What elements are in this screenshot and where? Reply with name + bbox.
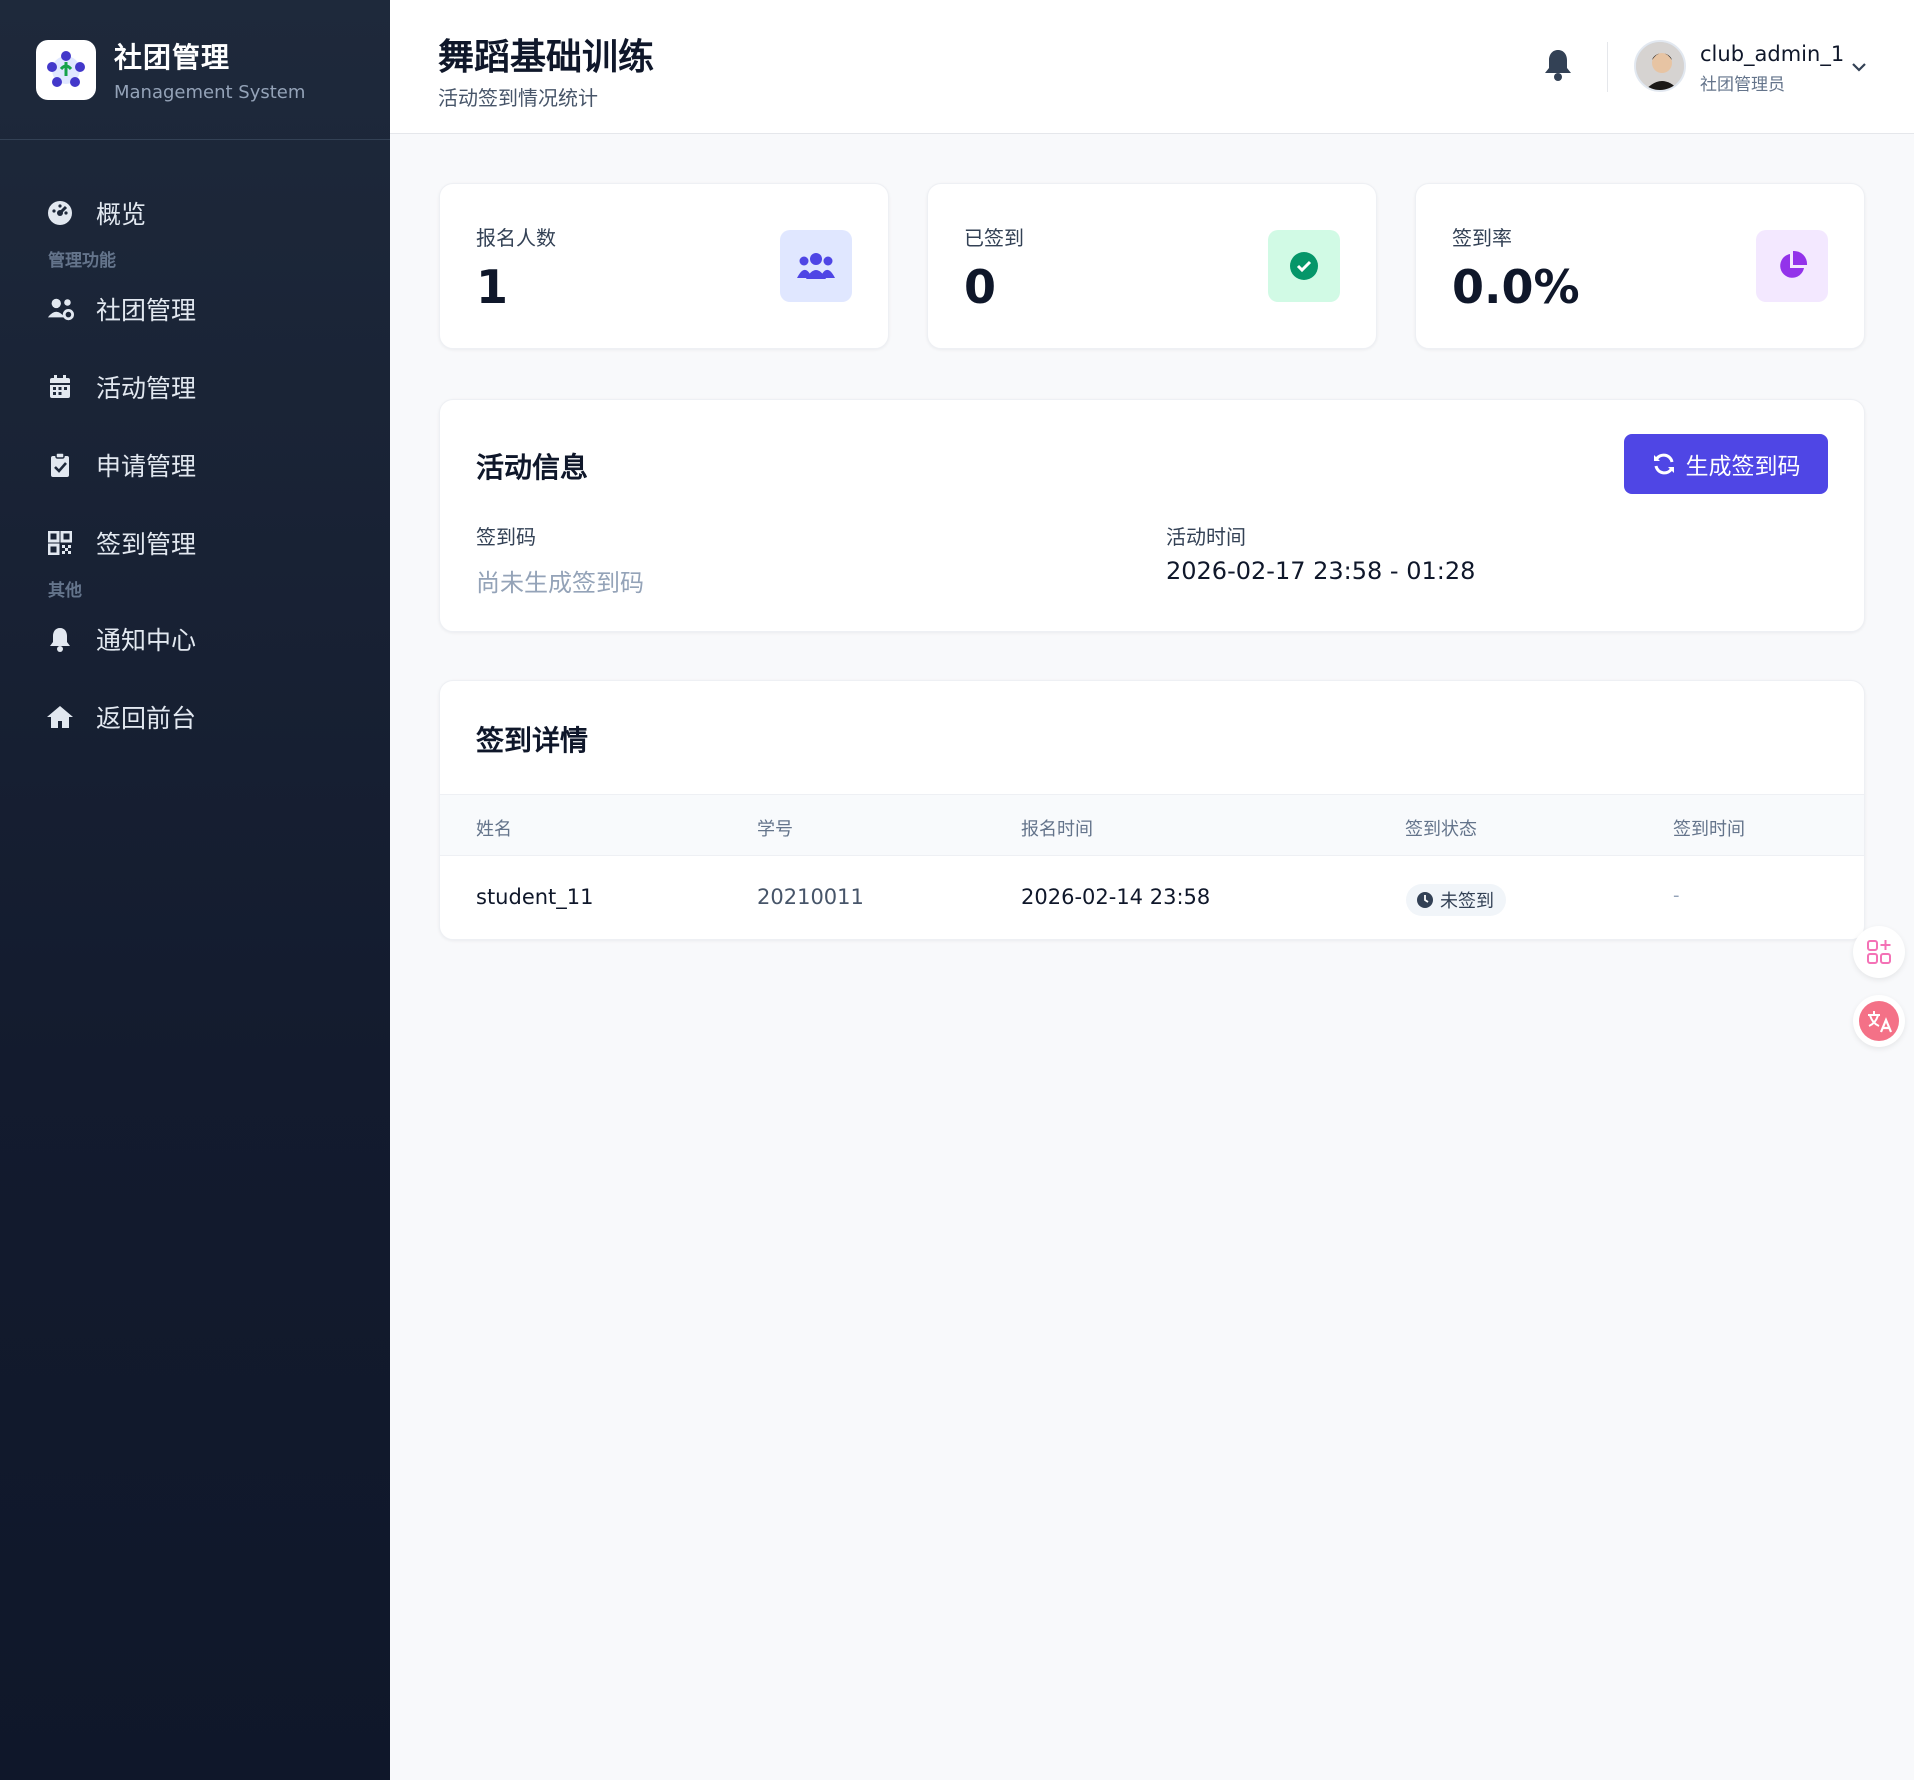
status-label: 未签到 <box>1440 891 1494 912</box>
bell-icon <box>46 625 74 653</box>
top-header: 舞蹈基础训练 活动签到情况统计 club_admin_1 社团管理员 <box>390 0 1914 134</box>
column-header-signup-time: 报名时间 <box>1021 819 1093 840</box>
avatar[interactable] <box>1634 40 1686 92</box>
refresh-icon <box>1653 453 1674 475</box>
activity-info-card: 活动信息 生成签到码 签到码 尚未生成签到码 活动时间 2026-02-17 2… <box>439 399 1865 632</box>
stat-label: 签到率 <box>1452 226 1512 250</box>
stat-value: 1 <box>476 260 509 314</box>
calendar-icon <box>46 373 74 401</box>
cell-signup-time: 2026-02-14 23:58 <box>1021 885 1211 909</box>
column-header-name: 姓名 <box>476 819 512 840</box>
cell-checkin-time: - <box>1673 885 1680 906</box>
column-header-checkin-time: 签到时间 <box>1673 819 1745 840</box>
sidebar: 社团管理 Management System 概览 管理功能 社团管理 活动管理 <box>0 0 390 1780</box>
sidebar-item-label: 返回前台 <box>96 704 197 733</box>
sidebar-item-label: 社团管理 <box>96 296 197 325</box>
brand-title: 社团管理 <box>114 41 231 74</box>
stat-value: 0 <box>964 260 997 314</box>
pie-chart-icon <box>1756 230 1828 302</box>
brand-logo <box>36 39 96 100</box>
notification-bell-icon[interactable] <box>1543 48 1577 84</box>
user-role: 社团管理员 <box>1700 75 1785 95</box>
generate-checkin-code-button[interactable]: 生成签到码 <box>1624 434 1828 494</box>
page-title: 舞蹈基础训练 <box>438 37 655 78</box>
stat-label: 报名人数 <box>476 226 556 250</box>
header-divider <box>1607 42 1608 92</box>
generate-button-label: 生成签到码 <box>1685 454 1801 480</box>
stat-label: 已签到 <box>964 226 1024 250</box>
section-title: 活动信息 <box>476 451 589 484</box>
activity-time-value: 2026-02-17 23:58 - 01:28 <box>1166 557 1476 585</box>
stat-value: 0.0% <box>1452 260 1580 314</box>
users-icon <box>780 230 852 302</box>
cell-student-id: 20210011 <box>757 885 864 909</box>
stat-card-checkin-rate: 签到率 0.0% <box>1415 183 1865 349</box>
brand: 社团管理 Management System <box>0 0 390 140</box>
page-subtitle: 活动签到情况统计 <box>438 86 598 110</box>
sidebar-item-label: 申请管理 <box>96 452 197 481</box>
activity-time-label: 活动时间 <box>1166 525 1246 549</box>
check-circle-icon <box>1268 230 1340 302</box>
sidebar-item-overview[interactable]: 概览 <box>0 174 390 252</box>
clipboard-check-icon <box>46 451 74 479</box>
column-header-student-id: 学号 <box>757 819 793 840</box>
checkin-code-label: 签到码 <box>476 525 536 549</box>
translate-float-button[interactable] <box>1853 995 1905 1047</box>
brand-subtitle: Management System <box>114 82 306 103</box>
sidebar-item-frontend[interactable]: 返回前台 <box>0 678 390 756</box>
column-header-status: 签到状态 <box>1405 819 1477 840</box>
user-name[interactable]: club_admin_1 <box>1700 42 1844 66</box>
sidebar-item-checkin[interactable]: 签到管理 <box>0 504 390 582</box>
app-tools-float-button[interactable] <box>1853 926 1905 978</box>
dashboard-icon <box>46 199 74 227</box>
sidebar-item-label: 活动管理 <box>96 374 197 403</box>
chevron-down-icon[interactable] <box>1848 56 1870 78</box>
section-title: 签到详情 <box>476 724 589 757</box>
sidebar-item-activities[interactable]: 活动管理 <box>0 348 390 426</box>
status-badge: 未签到 <box>1406 884 1506 916</box>
stat-card-enrolled: 报名人数 1 <box>439 183 889 349</box>
stat-card-checked-in: 已签到 0 <box>927 183 1377 349</box>
cell-name: student_11 <box>476 885 594 909</box>
apps-add-icon <box>1867 940 1891 964</box>
sidebar-nav: 概览 管理功能 社团管理 活动管理 申请管理 签到管理 其他 通知中心 返回前台 <box>0 140 390 756</box>
sidebar-item-notifications[interactable]: 通知中心 <box>0 600 390 678</box>
translate-icon <box>1859 1001 1899 1041</box>
sidebar-item-label: 通知中心 <box>96 626 197 655</box>
sidebar-item-label: 签到管理 <box>96 530 197 559</box>
checkin-details-card: 签到详情 姓名 学号 报名时间 签到状态 签到时间 student_11 202… <box>439 680 1865 940</box>
sidebar-item-applications[interactable]: 申请管理 <box>0 426 390 504</box>
home-icon <box>46 703 74 731</box>
qrcode-icon <box>46 529 74 557</box>
checkin-code-value: 尚未生成签到码 <box>476 569 644 597</box>
sidebar-item-label: 概览 <box>96 200 147 229</box>
clock-icon <box>1417 892 1433 908</box>
sidebar-item-clubs[interactable]: 社团管理 <box>0 270 390 348</box>
table-header: 姓名 学号 报名时间 签到状态 签到时间 <box>440 794 1864 856</box>
users-cog-icon <box>46 295 74 323</box>
